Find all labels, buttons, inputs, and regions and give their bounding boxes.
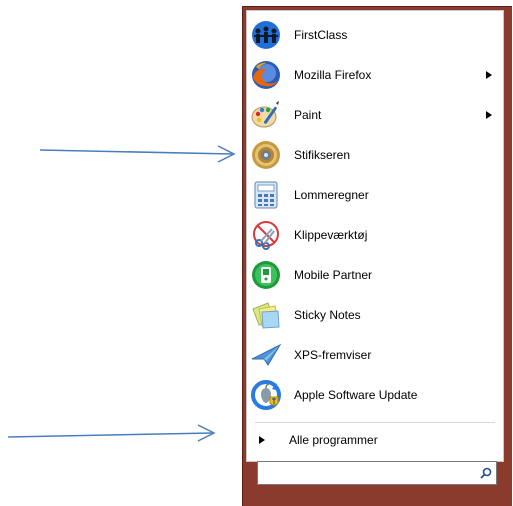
search-box[interactable]	[257, 461, 497, 485]
program-label: Sticky Notes	[294, 308, 361, 322]
program-item-paint[interactable]: Paint	[247, 95, 503, 135]
program-label: Mozilla Firefox	[294, 68, 372, 82]
all-programs-button[interactable]: Alle programmer	[247, 429, 503, 451]
program-label: Apple Software Update	[294, 388, 418, 402]
program-label: Klippeværktøj	[294, 228, 368, 242]
apple-software-update-icon	[251, 380, 281, 410]
program-item-apple-software-update[interactable]: Apple Software Update	[247, 375, 503, 415]
paint-icon	[251, 101, 279, 128]
stifikseren-icon	[252, 141, 280, 169]
xps-viewer-icon	[251, 343, 282, 366]
submenu-arrow-icon[interactable]	[483, 111, 495, 119]
snipping-tool-icon	[253, 221, 279, 250]
program-item-stifikseren[interactable]: Stifikseren	[247, 135, 503, 175]
arrow-to-stifikseren	[39, 145, 236, 163]
search-icon[interactable]	[476, 463, 496, 483]
submenu-arrow-icon[interactable]	[483, 71, 495, 79]
program-item-firefox[interactable]: Mozilla Firefox	[247, 55, 503, 95]
program-label: Lommeregner	[294, 188, 369, 202]
start-menu: FirstClass Mozilla Firefox Paint Stifiks…	[242, 6, 512, 506]
mobile-partner-icon	[252, 261, 280, 289]
program-label: Mobile Partner	[294, 268, 373, 282]
calculator-icon	[254, 181, 278, 209]
expand-triangle-icon	[259, 433, 269, 447]
menu-separator	[255, 422, 495, 423]
program-item-klippevaerktoj[interactable]: Klippeværktøj	[247, 215, 503, 255]
firstclass-icon	[252, 21, 280, 49]
program-item-xps-fremviser[interactable]: XPS-fremviser	[247, 335, 503, 375]
program-item-firstclass[interactable]: FirstClass	[247, 15, 503, 55]
program-label: XPS-fremviser	[294, 348, 372, 362]
arrow-to-alle-programmer	[7, 424, 216, 442]
program-label: FirstClass	[294, 28, 348, 42]
firefox-icon	[252, 61, 280, 89]
all-programs-label: Alle programmer	[289, 433, 378, 447]
search-input[interactable]	[258, 463, 476, 483]
program-list: FirstClass Mozilla Firefox Paint Stifiks…	[246, 10, 504, 462]
program-label: Stifikseren	[294, 148, 351, 162]
program-item-sticky-notes[interactable]: Sticky Notes	[247, 295, 503, 335]
program-item-mobile-partner[interactable]: Mobile Partner	[247, 255, 503, 295]
program-label: Paint	[294, 108, 322, 122]
program-item-lommeregner[interactable]: Lommeregner	[247, 175, 503, 215]
sticky-notes-icon	[252, 302, 280, 329]
